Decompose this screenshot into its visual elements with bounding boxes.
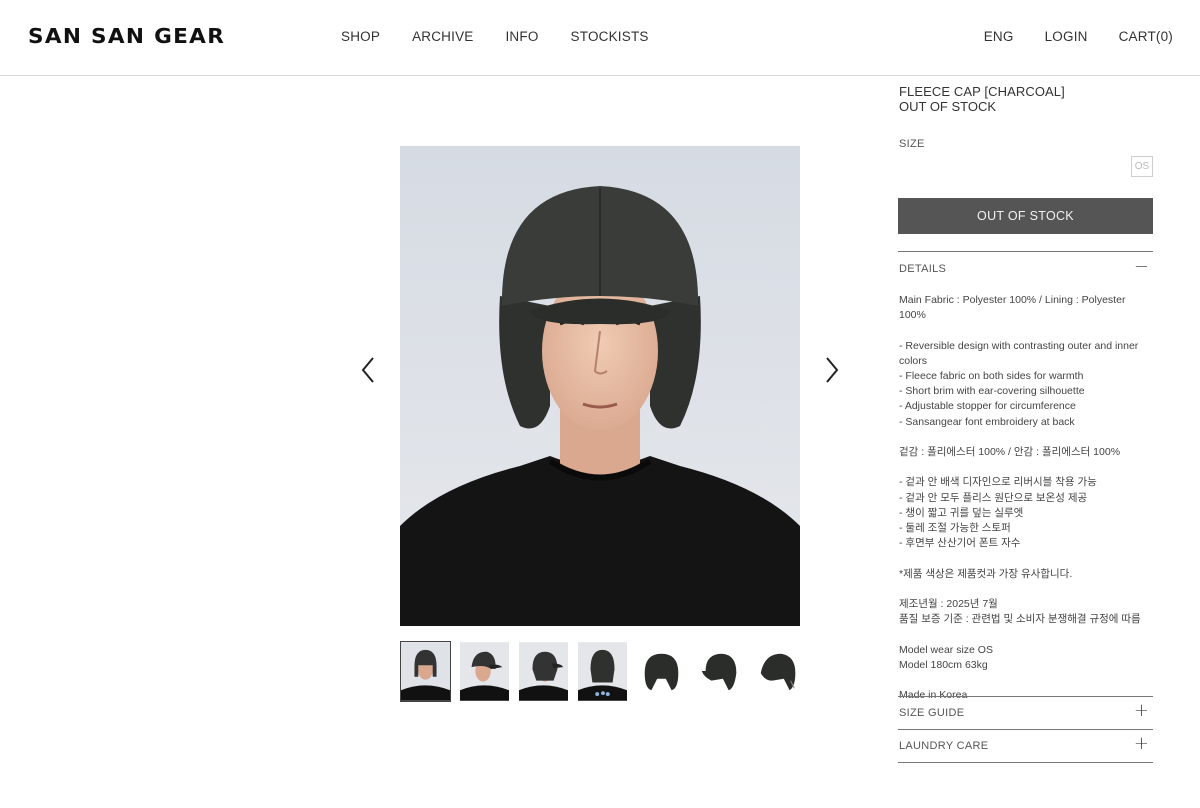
details-accordion-header[interactable]: DETAILS − — [898, 253, 1153, 285]
model-photo — [400, 146, 800, 626]
out-of-stock-button[interactable]: OUT OF STOCK — [898, 198, 1153, 234]
size-option-os[interactable]: OS — [1131, 156, 1153, 177]
size-guide-accordion-header[interactable]: SIZE GUIDE + — [898, 697, 1153, 729]
plus-icon: + — [1133, 733, 1149, 754]
product-main-image — [400, 146, 800, 626]
stock-status: OUT OF STOCK — [899, 99, 997, 114]
thumbnail-4[interactable] — [577, 641, 628, 702]
brand-logo[interactable]: SAN SAN GEAR — [28, 24, 225, 48]
plus-icon: + — [1133, 700, 1149, 721]
product-info: FLEECE CAP [CHARCOAL] OUT OF STOCK — [899, 84, 1153, 114]
nav-stockists[interactable]: STOCKISTS — [571, 29, 649, 44]
details-fabric: Main Fabric : Polyester 100% / Lining : … — [899, 294, 1126, 322]
cart-link[interactable]: CART(0) — [1119, 29, 1173, 44]
size-guide-title: SIZE GUIDE — [899, 707, 965, 719]
details-model: Model wear size OS Model 180cm 63kg — [899, 643, 993, 671]
utility-nav: ENG LOGIN CART(0) — [984, 29, 1173, 44]
thumbnail-2[interactable] — [459, 641, 510, 702]
details-content: Main Fabric : Polyester 100% / Lining : … — [899, 293, 1153, 703]
laundry-care-accordion-header[interactable]: LAUNDRY CARE + — [898, 730, 1153, 762]
chevron-left-icon — [361, 357, 374, 383]
product-title: FLEECE CAP [CHARCOAL] — [899, 84, 1065, 99]
login-link[interactable]: LOGIN — [1045, 29, 1088, 44]
laundry-care-title: LAUNDRY CARE — [899, 740, 989, 752]
details-fabric-ko: 겉감 : 폴리에스터 100% / 안감 : 폴리에스터 100% — [899, 446, 1121, 458]
nav-archive[interactable]: ARCHIVE — [412, 29, 473, 44]
size-label: SIZE — [899, 138, 925, 150]
main-nav: SHOP ARCHIVE INFO STOCKISTS — [341, 29, 649, 44]
divider — [898, 251, 1153, 252]
language-link[interactable]: ENG — [984, 29, 1014, 44]
thumbnail-7[interactable] — [754, 641, 805, 702]
gallery-next-arrow[interactable] — [824, 356, 840, 384]
nav-info[interactable]: INFO — [505, 29, 538, 44]
details-color-note: *제품 색상은 제품컷과 가장 유사합니다. — [899, 567, 1073, 580]
details-features-en: - Reversible design with contrasting out… — [899, 339, 1139, 428]
thumbnail-strip — [400, 641, 805, 702]
details-features-ko: - 겉과 안 배색 디자인으로 리버시블 착용 가능 - 겉과 안 모두 플리스… — [899, 476, 1097, 550]
thumbnail-6[interactable] — [695, 641, 746, 702]
nav-shop[interactable]: SHOP — [341, 29, 380, 44]
thumbnail-5[interactable] — [636, 641, 687, 702]
details-title: DETAILS — [899, 263, 947, 275]
chevron-right-icon — [826, 357, 839, 383]
thumbnail-1[interactable] — [400, 641, 451, 702]
thumbnail-3[interactable] — [518, 641, 569, 702]
divider — [898, 762, 1153, 763]
site-header: SAN SAN GEAR SHOP ARCHIVE INFO STOCKISTS… — [0, 0, 1200, 76]
minus-icon: − — [1133, 256, 1149, 277]
details-manufacture: 제조년월 : 2025년 7월 품질 보증 기준 : 관련법 및 소비자 분쟁해… — [899, 597, 1141, 626]
gallery-prev-arrow[interactable] — [360, 356, 376, 384]
